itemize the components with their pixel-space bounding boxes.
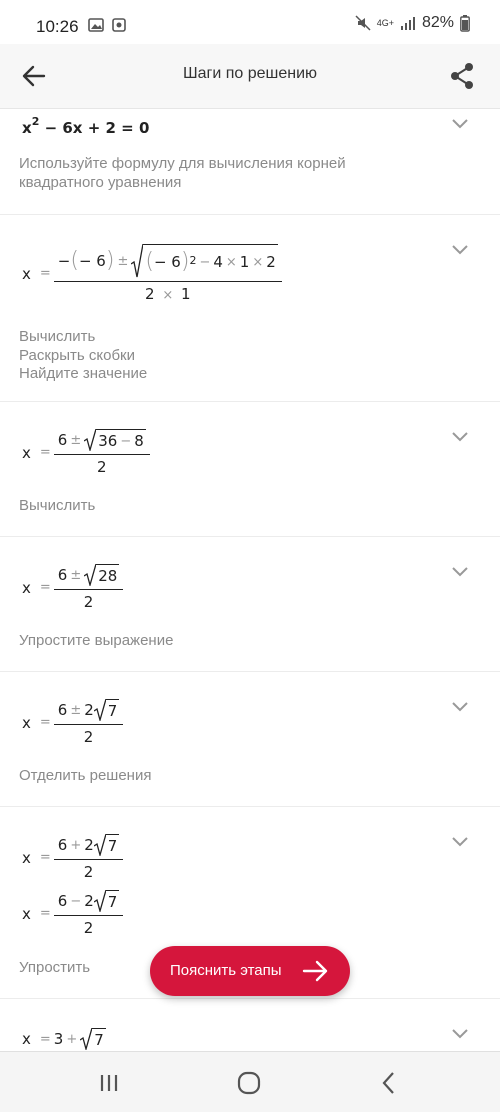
step-4-equation: x = 6 ± 28 2: [22, 564, 124, 611]
arrow-right-icon: [302, 960, 328, 982]
step-7-equation: x = 3 + 7: [22, 1028, 106, 1050]
system-navigation-bar: [0, 1051, 500, 1112]
step-6-description: Упростить: [19, 959, 91, 976]
step-5-description: Отделить решения: [19, 767, 152, 784]
sqrt-sign: 7: [93, 890, 120, 912]
step-1-equation: x2 − 6x + 2 = 0: [22, 115, 150, 137]
solution-step-7[interactable]: x = 3 + 7: [0, 998, 500, 1051]
signal-icon: [400, 17, 415, 30]
step-5-equation: x = 6 ± 2 7 2: [22, 699, 124, 746]
solution-step-5[interactable]: x = 6 ± 2 7 2 Отделить решения: [0, 671, 500, 807]
steps-list: x2 − 6x + 2 = 0 Используйте формулу для …: [0, 109, 500, 1051]
explain-steps-label: Пояснить этапы: [170, 962, 282, 979]
step-1-description: Используйте формулу для вычисления корне…: [19, 155, 346, 191]
chevron-down-icon[interactable]: [450, 243, 470, 257]
step-4-description: Упростите выражение: [19, 632, 174, 649]
chevron-down-icon[interactable]: [450, 117, 470, 131]
sqrt-sign: 28: [84, 564, 120, 586]
step-3-equation: x = 6 ± 36 − 8 2: [22, 429, 150, 476]
step-6-equation-plus: x = 6 + 2 7 2: [22, 834, 124, 881]
solution-step-4[interactable]: x = 6 ± 28 2 Упростите выражение: [0, 536, 500, 672]
chevron-down-icon[interactable]: [450, 835, 470, 849]
back-nav-icon[interactable]: [376, 1070, 402, 1096]
sqrt-sign: (− 6) 2 − 4 × 1 × 2: [131, 244, 278, 278]
solution-step-1[interactable]: x2 − 6x + 2 = 0 Используйте формулу для …: [0, 109, 500, 215]
app-notification-icon: [112, 18, 126, 32]
system-icons: 4G+ 82%: [355, 14, 470, 32]
solution-step-2[interactable]: x = − (− 6) ± (− 6) 2 − 4 × 1 × 2 2 × 1 …: [0, 214, 500, 402]
home-icon[interactable]: [236, 1070, 262, 1096]
status-time: 10:26: [36, 17, 79, 36]
notification-icons: [88, 18, 126, 32]
step-2-equation: x = − (− 6) ± (− 6) 2 − 4 × 1 × 2 2 × 1: [22, 244, 282, 303]
sqrt-sign: 36 − 8: [84, 429, 146, 451]
network-type: 4G+: [376, 18, 394, 28]
share-icon[interactable]: [446, 60, 478, 92]
chevron-down-icon[interactable]: [450, 430, 470, 444]
app-bar: Шаги по решению: [0, 44, 500, 109]
status-bar: 10:26 4G+ 82%: [0, 0, 500, 44]
gallery-icon: [88, 18, 104, 32]
chevron-down-icon[interactable]: [450, 1027, 470, 1041]
step-6-equation-minus: x = 6 − 2 7 2: [22, 890, 124, 937]
sqrt-sign: 7: [93, 834, 120, 856]
chevron-down-icon[interactable]: [450, 565, 470, 579]
battery-percent: 82%: [421, 14, 454, 31]
explain-steps-button[interactable]: Пояснить этапы: [150, 946, 350, 996]
step-2-description: Вычислить Раскрыть скобки Найдите значен…: [19, 328, 148, 382]
mute-icon: [355, 15, 371, 31]
sqrt-sign: 7: [80, 1028, 106, 1050]
solution-step-3[interactable]: x = 6 ± 36 − 8 2 Вычислить: [0, 401, 500, 537]
step-3-description: Вычислить: [19, 497, 96, 514]
chevron-down-icon[interactable]: [450, 700, 470, 714]
quadratic-fraction: − (− 6) ± (− 6) 2 − 4 × 1 × 2 2 × 1: [53, 244, 282, 303]
battery-icon: [460, 14, 470, 32]
sqrt-sign: 7: [93, 699, 120, 721]
page-title: Шаги по решению: [182, 65, 318, 82]
recent-apps-icon[interactable]: [96, 1070, 122, 1096]
